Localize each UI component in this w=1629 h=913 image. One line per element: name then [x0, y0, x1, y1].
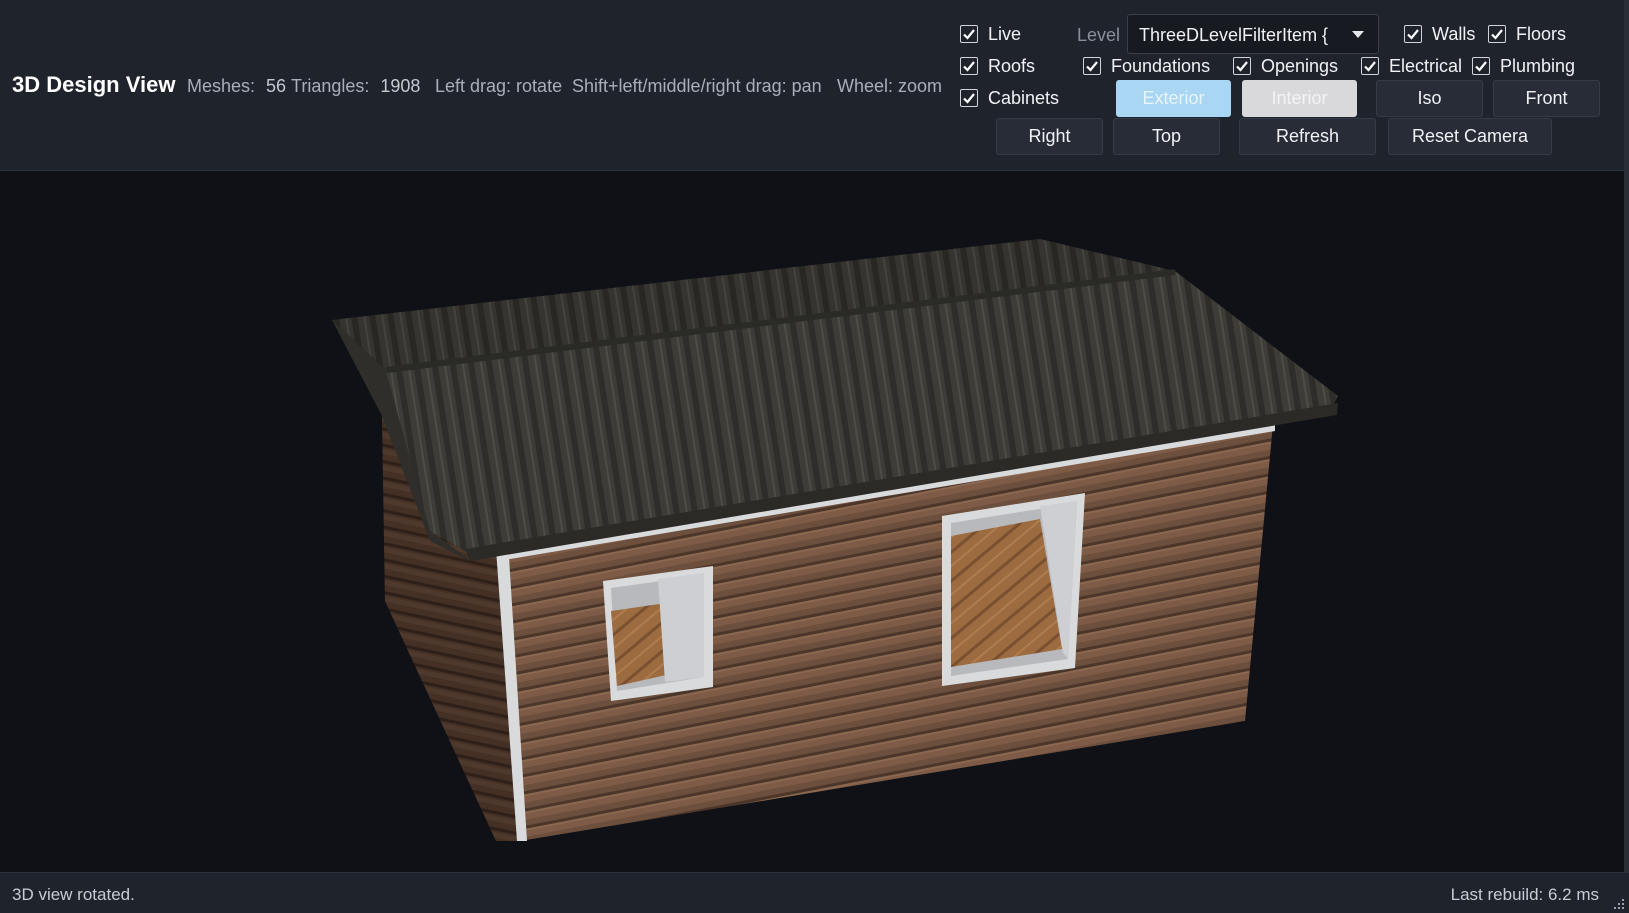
status-bar: 3D view rotated. Last rebuild: 6.2 ms: [0, 872, 1629, 913]
top-view-button[interactable]: Top: [1113, 118, 1220, 155]
plumbing-label: Plumbing: [1500, 55, 1576, 76]
check-icon: [1472, 57, 1490, 75]
level-select[interactable]: ThreeDLevelFilterItem { L: [1127, 14, 1379, 54]
cabinets-checkbox[interactable]: Cabinets: [960, 86, 1059, 110]
roofs-label: Roofs: [988, 55, 1036, 76]
interior-button[interactable]: Interior: [1242, 80, 1357, 117]
3d-viewport[interactable]: [0, 171, 1624, 872]
floors-checkbox[interactable]: Floors: [1488, 22, 1566, 46]
pan-hint: Shift+left/middle/right drag: pan: [572, 76, 822, 96]
cabinets-label: Cabinets: [988, 87, 1060, 108]
check-icon: [1083, 57, 1101, 75]
live-label: Live: [988, 23, 1022, 44]
right-view-button[interactable]: Right: [996, 118, 1103, 155]
floors-label: Floors: [1516, 23, 1567, 44]
triangles-value: 1908: [380, 76, 421, 96]
walls-label: Walls: [1432, 23, 1476, 44]
level-select-value: ThreeDLevelFilterItem { L: [1139, 25, 1329, 45]
rotate-hint: Left drag: rotate: [435, 76, 563, 96]
level-label: Level: [1077, 25, 1121, 45]
foundations-checkbox[interactable]: Foundations: [1083, 54, 1210, 78]
check-icon: [1488, 25, 1506, 43]
triangles-stat: Triangles: 1908: [291, 76, 420, 97]
house-model-render: [332, 239, 1338, 841]
check-icon: [960, 25, 978, 43]
vertical-scrollbar[interactable]: [1624, 0, 1629, 913]
check-icon: [1361, 57, 1379, 75]
openings-checkbox[interactable]: Openings: [1233, 54, 1338, 78]
plumbing-checkbox[interactable]: Plumbing: [1472, 54, 1575, 78]
page-title: 3D Design View: [12, 72, 176, 97]
foundations-label: Foundations: [1111, 55, 1211, 76]
meshes-value: 56: [266, 76, 287, 96]
reset-camera-button[interactable]: Reset Camera: [1388, 118, 1552, 155]
chevron-down-icon: [1352, 31, 1364, 38]
last-rebuild-status: Last rebuild: 6.2 ms: [1450, 885, 1599, 904]
check-icon: [1233, 57, 1251, 75]
roofs-checkbox[interactable]: Roofs: [960, 54, 1035, 78]
toolbar: 3D Design View Meshes: 56 Triangles: 190…: [0, 0, 1629, 171]
refresh-button[interactable]: Refresh: [1239, 118, 1376, 155]
iso-view-button[interactable]: Iso: [1376, 80, 1483, 117]
exterior-button[interactable]: Exterior: [1116, 80, 1231, 117]
electrical-label: Electrical: [1389, 55, 1463, 76]
openings-label: Openings: [1261, 55, 1339, 76]
meshes-label: Meshes:: [187, 76, 256, 96]
check-icon: [960, 89, 978, 107]
front-view-button[interactable]: Front: [1493, 80, 1600, 117]
check-icon: [1404, 25, 1422, 43]
walls-checkbox[interactable]: Walls: [1404, 22, 1475, 46]
zoom-hint: Wheel: zoom: [837, 76, 943, 96]
resize-grip-icon[interactable]: [1611, 896, 1625, 910]
check-icon: [960, 57, 978, 75]
electrical-checkbox[interactable]: Electrical: [1361, 54, 1462, 78]
triangles-label: Triangles:: [291, 76, 370, 96]
status-message: 3D view rotated.: [12, 885, 135, 904]
meshes-stat: Meshes: 56: [187, 76, 286, 97]
live-checkbox[interactable]: Live: [960, 22, 1021, 46]
